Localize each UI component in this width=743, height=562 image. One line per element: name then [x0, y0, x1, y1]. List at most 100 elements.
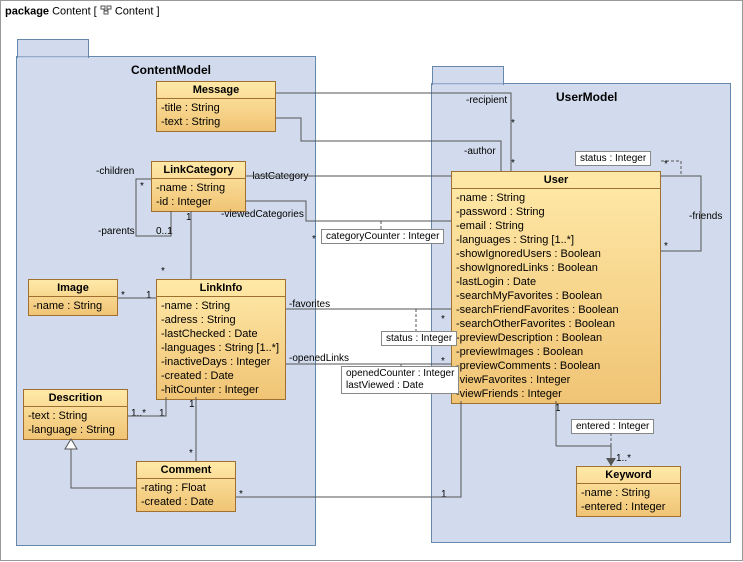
attr: -name : String — [33, 299, 113, 313]
class-name: Message — [157, 82, 275, 99]
attr: -showIgnoredLinks : Boolean — [456, 261, 656, 275]
label-children: -children — [96, 166, 134, 177]
attr: -lastChecked : Date — [161, 327, 281, 341]
class-comment[interactable]: Comment -rating : Float -created : Date — [136, 461, 236, 512]
attr: -previewDescription : Boolean — [456, 331, 656, 345]
assoc-attr: lastViewed : Date — [346, 380, 454, 392]
attr: -created : Date — [161, 369, 281, 383]
attr: -rating : Float — [141, 481, 231, 495]
frame-usermodel-title: UserModel — [556, 90, 617, 104]
diagram-icon — [100, 5, 112, 18]
attr: -name : String — [581, 486, 676, 500]
mult-star: * — [441, 356, 445, 367]
mult-star: * — [312, 234, 316, 245]
attr: -name : String — [456, 191, 656, 205]
assoc-openedviewed: openedCounter : Integer lastViewed : Dat… — [341, 366, 459, 394]
attr: -password : String — [456, 205, 656, 219]
mult-one: 1 — [555, 403, 561, 414]
label-lastcategory: -lastCategory — [249, 171, 308, 182]
class-name: Descrition — [24, 390, 127, 407]
mult-star: * — [161, 266, 165, 277]
attr: -hitCounter : Integer — [161, 383, 281, 397]
mult-star: * — [239, 489, 243, 500]
class-attrs: -name : String -password : String -email… — [452, 189, 660, 403]
class-attrs: -text : String -language : String — [24, 407, 127, 439]
label-recipient: -recipient — [466, 95, 507, 106]
class-descrition[interactable]: Descrition -text : String -language : St… — [23, 389, 128, 440]
mult-star: * — [511, 158, 515, 169]
attr: -name : String — [161, 299, 281, 313]
frame-contentmodel-title: ContentModel — [131, 63, 211, 77]
attr: -viewFavorites : Integer — [456, 373, 656, 387]
diagram-canvas: package Content [ Content ] ContentModel… — [0, 0, 743, 561]
class-attrs: -title : String -text : String — [157, 99, 275, 131]
label-viewedcategories: -viewedCategories — [221, 209, 304, 220]
mult-star: * — [441, 314, 445, 325]
class-attrs: -name : String -id : Integer — [152, 179, 245, 211]
attr: -searchOtherFavorites : Boolean — [456, 317, 656, 331]
attr: -previewComments : Boolean — [456, 359, 656, 373]
class-attrs: -name : String -adress : String -lastChe… — [157, 297, 285, 399]
attr: -language : String — [28, 423, 123, 437]
package-keyword: package — [5, 5, 49, 17]
assoc-attr: openedCounter : Integer — [346, 368, 454, 380]
class-attrs: -name : String — [29, 297, 117, 315]
diagram-tab-name: Content — [115, 5, 154, 17]
label-author: -author — [464, 146, 496, 157]
attr: -searchFriendFavorites : Boolean — [456, 303, 656, 317]
attr: -inactiveDays : Integer — [161, 355, 281, 369]
attr: -email : String — [456, 219, 656, 233]
frame-tab — [17, 39, 89, 58]
class-attrs: -name : String -entered : Integer — [577, 484, 680, 516]
mult-one: 1 — [159, 408, 165, 419]
frame-tab — [432, 66, 504, 85]
class-name: LinkCategory — [152, 162, 245, 179]
attr: -text : String — [28, 409, 123, 423]
class-linkinfo[interactable]: LinkInfo -name : String -adress : String… — [156, 279, 286, 400]
class-attrs: -rating : Float -created : Date — [137, 479, 235, 511]
class-name: Comment — [137, 462, 235, 479]
attr: -showIgnoredUsers : Boolean — [456, 247, 656, 261]
mult-star: * — [664, 159, 668, 170]
attr: -created : Date — [141, 495, 231, 509]
mult-oneplus: 1..* — [131, 408, 146, 419]
assoc-status-favorites: status : Integer — [381, 331, 457, 346]
mult-star: * — [140, 181, 144, 192]
attr: -searchMyFavorites : Boolean — [456, 289, 656, 303]
mult-one: 1 — [146, 290, 152, 301]
class-name: User — [452, 172, 660, 189]
mult-star: * — [664, 241, 668, 252]
attr: -viewFriends : Integer — [456, 387, 656, 401]
mult-one: 1 — [441, 489, 447, 500]
mult-star: * — [511, 118, 515, 129]
attr: -text : String — [161, 115, 271, 129]
label-openedlinks: -openedLinks — [289, 353, 349, 364]
label-favorites: -favorites — [289, 299, 330, 310]
attr: -previewImages : Boolean — [456, 345, 656, 359]
attr: -title : String — [161, 101, 271, 115]
mult-star: * — [121, 290, 125, 301]
mult-zeroone: 0..1 — [156, 226, 173, 237]
class-image[interactable]: Image -name : String — [28, 279, 118, 316]
assoc-entered: entered : Integer — [571, 419, 654, 434]
attr: -languages : String [1..*] — [161, 341, 281, 355]
attr: -languages : String [1..*] — [456, 233, 656, 247]
attr: -entered : Integer — [581, 500, 676, 514]
class-message[interactable]: Message -title : String -text : String — [156, 81, 276, 132]
class-linkcategory[interactable]: LinkCategory -name : String -id : Intege… — [151, 161, 246, 212]
class-keyword[interactable]: Keyword -name : String -entered : Intege… — [576, 466, 681, 517]
package-header: package Content [ Content ] — [5, 5, 160, 18]
mult-one: 1 — [186, 212, 192, 223]
label-parents: -parents — [98, 226, 135, 237]
class-name: LinkInfo — [157, 280, 285, 297]
class-user[interactable]: User -name : String -password : String -… — [451, 171, 661, 404]
assoc-categorycounter: categoryCounter : Integer — [321, 229, 444, 244]
class-name: Keyword — [577, 467, 680, 484]
attr: -lastLogin : Date — [456, 275, 656, 289]
mult-one: 1 — [189, 399, 195, 410]
package-name: Content — [52, 5, 91, 17]
mult-star: * — [189, 448, 193, 459]
label-friends: -friends — [689, 211, 722, 222]
attr: -id : Integer — [156, 195, 241, 209]
attr: -adress : String — [161, 313, 281, 327]
